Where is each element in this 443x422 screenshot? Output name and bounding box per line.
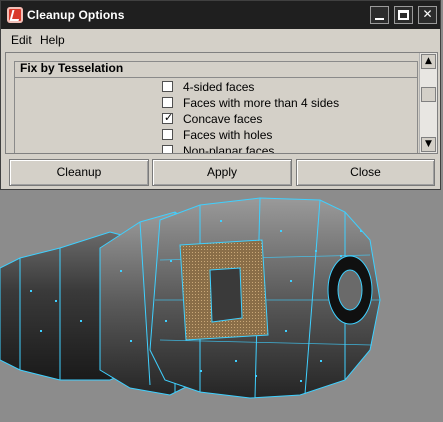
checkbox-box[interactable] [162,129,173,140]
checkmark-icon: ✓ [164,112,174,124]
app-icon [7,7,23,23]
apply-button[interactable]: Apply [152,159,292,186]
close-window-button[interactable]: ✕ [418,6,437,24]
checkbox-label: Concave faces [183,112,263,126]
checkbox-box[interactable] [162,145,173,153]
cleanup-options-window: Cleanup Options ✕ Edit Help Fix by Tesse… [0,0,441,190]
minimize-button[interactable] [370,6,389,24]
minimize-icon [375,18,384,20]
close-button[interactable]: Close [296,159,435,186]
maximize-icon [398,10,409,20]
checkbox-label: Non-planar faces [183,144,275,154]
title-bar[interactable]: Cleanup Options ✕ [1,1,440,29]
section-title[interactable]: Fix by Tesselation [20,61,123,75]
close-icon: ✕ [422,7,433,21]
checkbox-box[interactable] [162,81,173,92]
maximize-button[interactable] [394,6,413,24]
checkbox-box[interactable] [162,97,173,108]
menu-help[interactable]: Help [40,33,65,47]
options-scroll-area[interactable]: Fix by Tesselation 4-sided faces Faces w… [5,52,438,154]
section-divider [14,77,418,78]
checkbox-label: 4-sided faces [183,80,255,94]
checkbox-box[interactable]: ✓ [162,112,174,124]
vertical-scrollbar[interactable]: ▲ ▼ [419,53,437,153]
cleanup-button[interactable]: Cleanup [9,159,149,186]
scroll-thumb[interactable] [421,87,436,102]
checkbox-label: Faces with holes [183,128,273,142]
checkbox-label: Faces with more than 4 sides [183,96,340,110]
menu-edit[interactable]: Edit [11,33,32,47]
window-title: Cleanup Options [27,8,125,22]
scroll-down-arrow-icon[interactable]: ▼ [421,137,436,152]
scroll-up-arrow-icon[interactable]: ▲ [421,54,436,69]
action-button-bar: Cleanup Apply Close [5,158,438,188]
menu-bar: Edit Help [1,29,440,50]
